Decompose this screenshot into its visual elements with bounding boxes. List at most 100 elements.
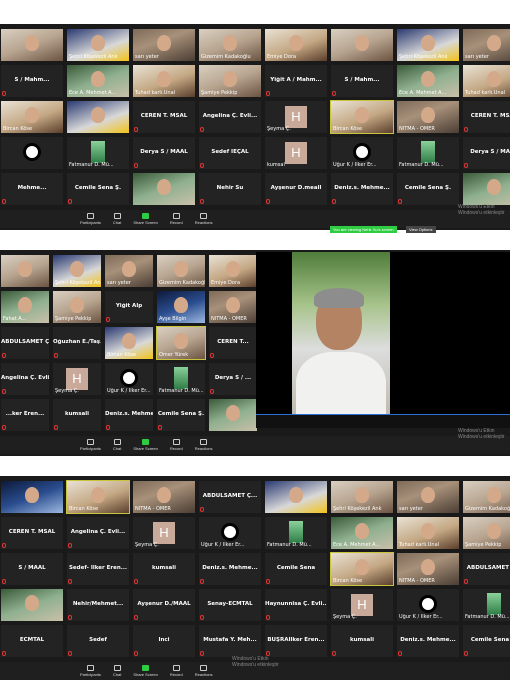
- toolbar-button-record[interactable]: Record: [170, 439, 183, 451]
- participant-tile[interactable]: Bircan Köse: [104, 326, 154, 360]
- participant-tile[interactable]: Haynunnisa Ç. Evli...: [264, 588, 328, 622]
- participant-tile[interactable]: Mustafa Y. Meh...: [198, 624, 262, 658]
- participant-tile[interactable]: Bircan Köse: [66, 480, 130, 514]
- participant-tile[interactable]: Şehri Köşekezil Ank: [396, 28, 460, 62]
- participant-tile[interactable]: NİTMA - ÖMER: [208, 290, 258, 324]
- participant-tile[interactable]: Fatmanur D. Mü...: [396, 136, 460, 170]
- participant-tile[interactable]: CEREN T...: [208, 326, 258, 360]
- participant-tile[interactable]: NİTMA - ÖMER: [396, 100, 460, 134]
- participant-tile[interactable]: Cemile Sena Ş.: [66, 172, 130, 206]
- participant-tile[interactable]: Derya S / MAAL: [132, 136, 196, 170]
- participant-tile[interactable]: Fatmanur D. Mü...: [264, 516, 328, 550]
- participant-tile[interactable]: S / Mahm...: [0, 64, 64, 98]
- participant-tile[interactable]: Şamiye Pekkip: [462, 516, 510, 550]
- participant-tile[interactable]: [330, 28, 394, 62]
- participant-tile[interactable]: sarı yeter: [104, 254, 154, 288]
- participant-tile[interactable]: Angelina Ç. Evli...: [0, 362, 50, 396]
- participant-tile[interactable]: Ayşenur D./MAAL: [132, 588, 196, 622]
- participant-tile[interactable]: Fatmanur D. Mü...: [156, 362, 206, 396]
- participant-tile[interactable]: Şehri Köşekezil Ank: [330, 480, 394, 514]
- participant-tile[interactable]: Deniz.s. Mehme...: [330, 172, 394, 206]
- participant-tile[interactable]: Emiye Dora: [264, 28, 328, 62]
- toolbar-button-record[interactable]: Record: [170, 665, 183, 677]
- participant-tile[interactable]: Cemile Sena: [264, 552, 328, 586]
- toolbar-button-share-screen[interactable]: Share Screen: [133, 665, 158, 677]
- participant-tile[interactable]: BÜŞRAİlker Eren...: [264, 624, 328, 658]
- participant-tile[interactable]: Mehme...: [0, 172, 64, 206]
- participant-tile[interactable]: H Şeyma Ç.: [264, 100, 328, 134]
- participant-tile[interactable]: H Şeyma Ç.: [132, 516, 196, 550]
- participant-tile[interactable]: kumsali: [330, 624, 394, 658]
- toolbar-button-share-screen[interactable]: Share Screen: [133, 439, 158, 451]
- participant-tile[interactable]: [0, 254, 50, 288]
- participant-tile[interactable]: Uğur K / İlker Er...: [198, 516, 262, 550]
- participant-tile[interactable]: S / MAAL: [0, 552, 64, 586]
- participant-tile[interactable]: Sedef: [66, 624, 130, 658]
- participant-tile[interactable]: Angelina Ç. Evli...: [198, 100, 262, 134]
- participant-tile[interactable]: Gizemim Kadakoğlu: [462, 480, 510, 514]
- toolbar-button-share-screen[interactable]: Share Screen: [133, 213, 158, 225]
- toolbar-button-reactions[interactable]: Reactions: [195, 665, 213, 677]
- toolbar-button-reactions[interactable]: Reactions: [195, 439, 213, 451]
- view-options-button[interactable]: View Options: [406, 226, 436, 233]
- participant-tile[interactable]: Deniz.s. Mehme...: [198, 552, 262, 586]
- participant-tile[interactable]: Deniz.s. Mehme...: [104, 398, 154, 432]
- participant-tile[interactable]: H Şeyma Ç.: [330, 588, 394, 622]
- participant-tile[interactable]: Nehir Su: [198, 172, 262, 206]
- participant-tile[interactable]: Gizemim Kadakoğlu: [198, 28, 262, 62]
- participant-tile[interactable]: ABDULSAMET Ç...: [462, 552, 510, 586]
- participant-tile[interactable]: Derya S / ...: [208, 362, 258, 396]
- participant-tile[interactable]: Bircan Köse: [0, 100, 64, 134]
- participant-tile[interactable]: [0, 28, 64, 62]
- participant-tile[interactable]: S / Mahm...: [330, 64, 394, 98]
- participant-tile[interactable]: kumsali: [132, 552, 196, 586]
- participant-tile[interactable]: CEREN T. MSAL: [462, 100, 510, 134]
- screen-share-controls[interactable]: [256, 414, 510, 428]
- participant-tile[interactable]: sarı yeter: [396, 480, 460, 514]
- participant-tile[interactable]: [0, 588, 64, 622]
- participant-tile[interactable]: sarı yeter: [132, 28, 196, 62]
- toolbar-button-chat[interactable]: Chat: [113, 213, 121, 225]
- participant-tile[interactable]: Şamiye Pekkip: [52, 290, 102, 324]
- participant-tile[interactable]: Ömer Yürek: [156, 326, 206, 360]
- participant-tile[interactable]: İnci: [132, 624, 196, 658]
- participant-tile[interactable]: ABDULSAMET Ç...: [0, 326, 50, 360]
- participant-tile[interactable]: Senay-ECMTAL: [198, 588, 262, 622]
- participant-tile[interactable]: CEREN T. MSAL: [0, 516, 64, 550]
- participant-tile[interactable]: Şamiye Pekkip: [198, 64, 262, 98]
- participant-tile[interactable]: kumsali: [52, 398, 102, 432]
- participant-tile[interactable]: Uğur K / İlker Er...: [104, 362, 154, 396]
- participant-tile[interactable]: Tuhad karlı.Ünal: [132, 64, 196, 98]
- participant-tile[interactable]: Uğur K / İlker Er...: [330, 136, 394, 170]
- toolbar-button-record[interactable]: Record: [170, 213, 183, 225]
- participant-tile[interactable]: Bircan Köse: [330, 100, 394, 134]
- participant-tile[interactable]: Şehri Köşekezil Ank: [66, 28, 130, 62]
- toolbar-button-reactions[interactable]: Reactions: [195, 213, 213, 225]
- participant-tile[interactable]: ECMTAL: [0, 624, 64, 658]
- participant-tile[interactable]: Deniz.s. Mehme...: [396, 624, 460, 658]
- participant-tile[interactable]: NİTMA - ÖMER: [396, 552, 460, 586]
- participant-tile[interactable]: NİTMA - ÖMER: [132, 480, 196, 514]
- participant-tile[interactable]: [208, 398, 258, 432]
- participant-tile[interactable]: Fahat A...: [0, 290, 50, 324]
- participant-tile[interactable]: Cemile Sena Ş.: [462, 624, 510, 658]
- participant-tile[interactable]: [66, 100, 130, 134]
- participant-tile[interactable]: Oğuzhan E./Taş...: [52, 326, 102, 360]
- participant-tile[interactable]: [264, 480, 328, 514]
- participant-tile[interactable]: Ece A. Mehmet A...: [330, 516, 394, 550]
- participant-tile[interactable]: Cemile Sena Ş.: [156, 398, 206, 432]
- participant-tile[interactable]: Uğur K / İlker Er...: [396, 588, 460, 622]
- participant-tile[interactable]: Nehir/Mehmet...: [66, 588, 130, 622]
- toolbar-button-chat[interactable]: Chat: [113, 439, 121, 451]
- participant-tile[interactable]: Yiğit Alp: [104, 290, 154, 324]
- toolbar-button-participants[interactable]: Participants: [80, 213, 101, 225]
- participant-tile[interactable]: Ece A. Mehmet A...: [66, 64, 130, 98]
- toolbar-button-chat[interactable]: Chat: [113, 665, 121, 677]
- participant-tile[interactable]: Şehri Köşekezil Ank: [52, 254, 102, 288]
- participant-tile[interactable]: Gizemim Kadakoğlu: [156, 254, 206, 288]
- participant-tile[interactable]: Fatmanur D. Mü...: [66, 136, 130, 170]
- participant-tile[interactable]: Tuhad karlı.Ünal: [462, 64, 510, 98]
- participant-tile[interactable]: Ayşenur D.meall: [264, 172, 328, 206]
- participant-tile[interactable]: Hkumsal: [264, 136, 328, 170]
- participant-tile[interactable]: CEREN T. MSAL: [132, 100, 196, 134]
